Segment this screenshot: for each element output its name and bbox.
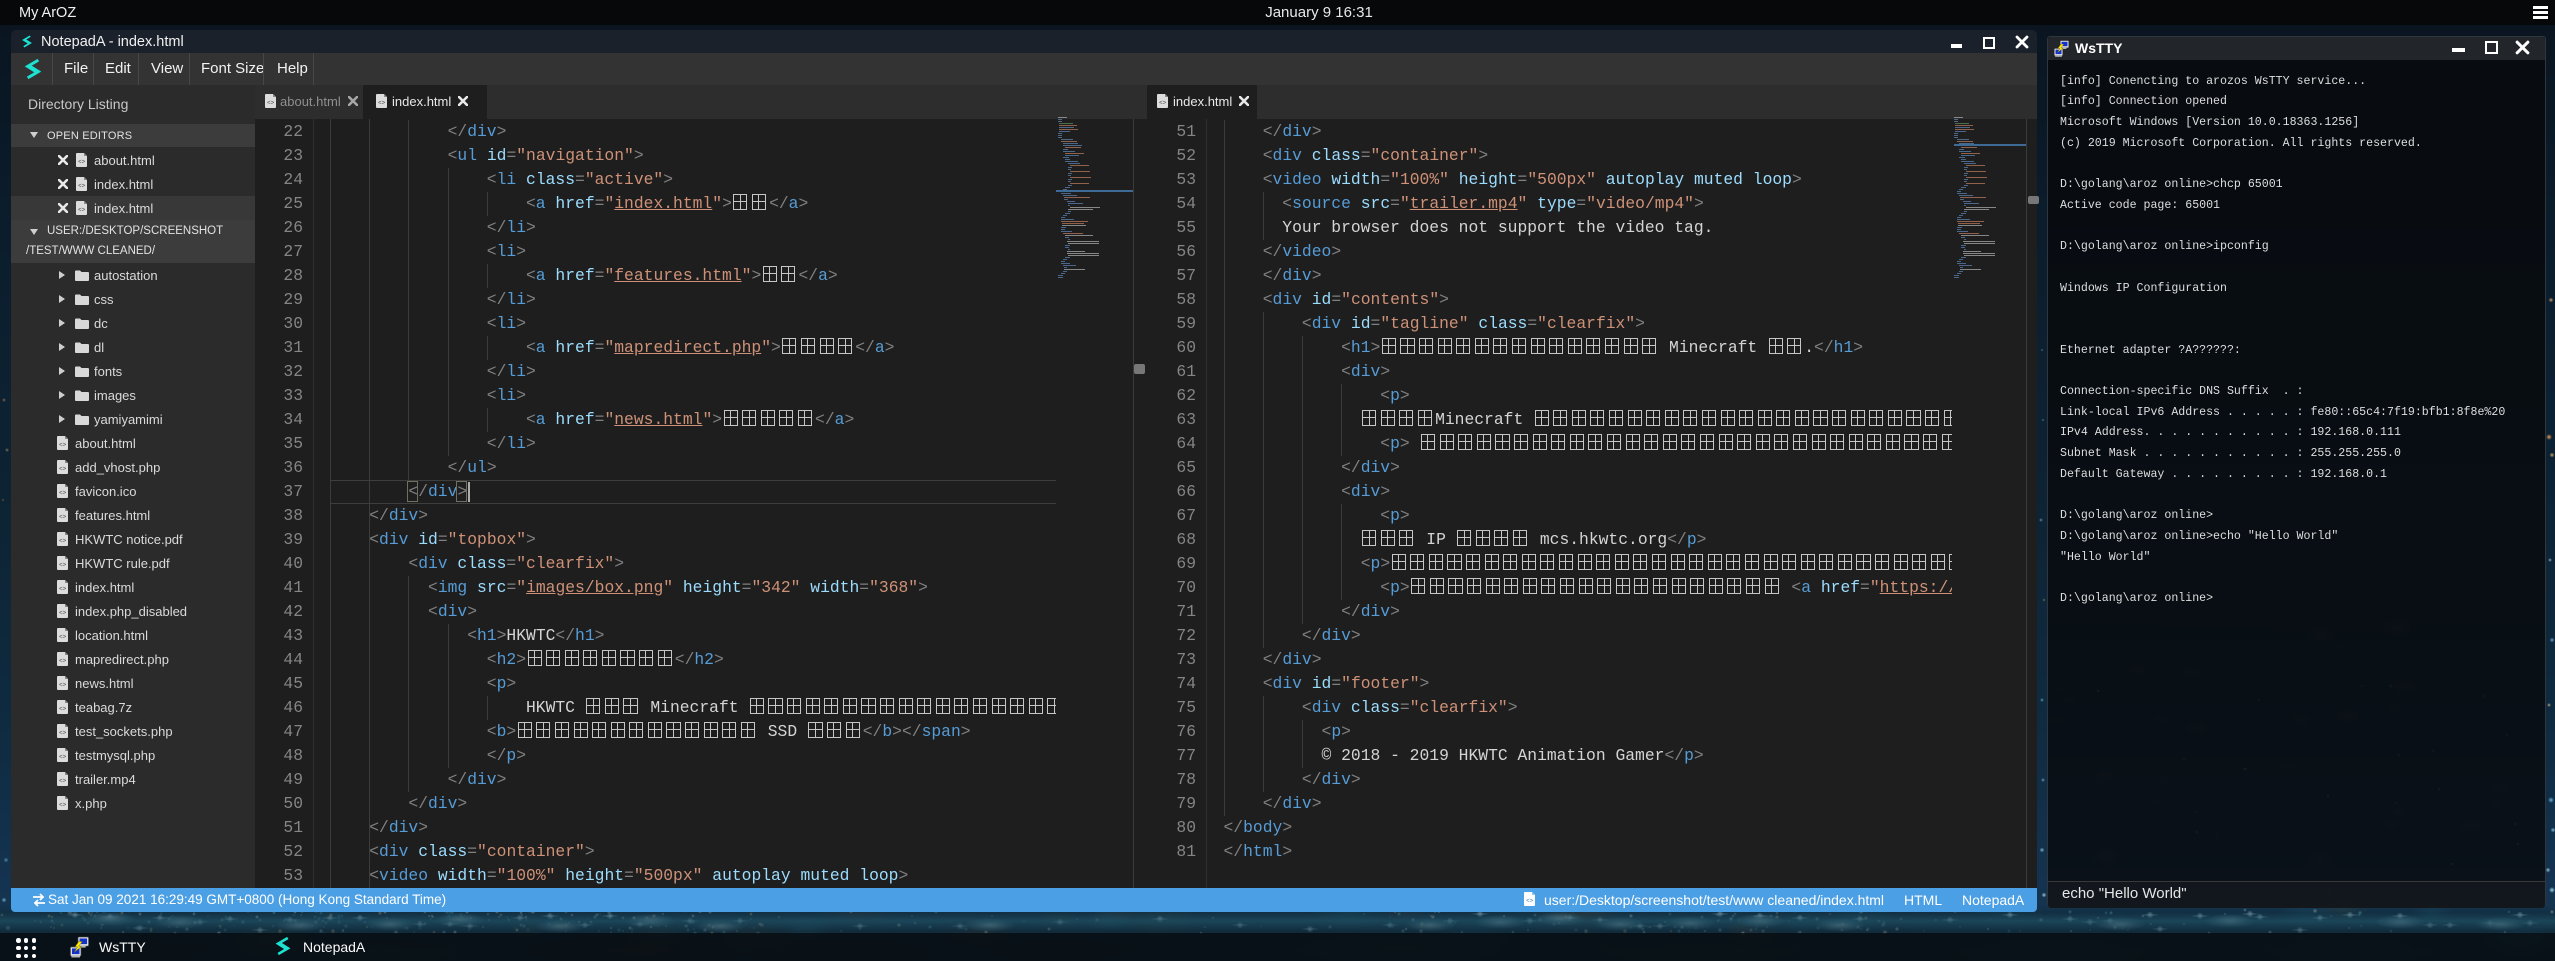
- svg-text:<>: <>: [59, 731, 67, 737]
- svg-text:<>: <>: [59, 635, 67, 641]
- svg-text:<>: <>: [59, 755, 67, 761]
- svg-text:<>: <>: [78, 160, 86, 166]
- svg-text:<>: <>: [1526, 899, 1534, 905]
- svg-text:<>: <>: [59, 803, 67, 809]
- svg-text:<>: <>: [378, 101, 386, 107]
- svg-text:<>: <>: [78, 208, 86, 214]
- svg-text:<>: <>: [59, 515, 67, 521]
- svg-text:<>: <>: [59, 491, 67, 497]
- svg-text:<>: <>: [59, 779, 67, 785]
- svg-text:<>: <>: [59, 443, 67, 449]
- svg-text:<>: <>: [59, 659, 67, 665]
- svg-text:<>: <>: [59, 467, 67, 473]
- svg-text:<>: <>: [59, 563, 67, 569]
- svg-text:<>: <>: [1159, 101, 1167, 107]
- svg-text:<>: <>: [78, 184, 86, 190]
- svg-text:<>: <>: [59, 707, 67, 713]
- svg-text:<>: <>: [59, 611, 67, 617]
- svg-text:<>: <>: [59, 683, 67, 689]
- svg-text:<>: <>: [59, 587, 67, 593]
- svg-text:<>: <>: [59, 539, 67, 545]
- svg-text:<>: <>: [267, 101, 275, 107]
